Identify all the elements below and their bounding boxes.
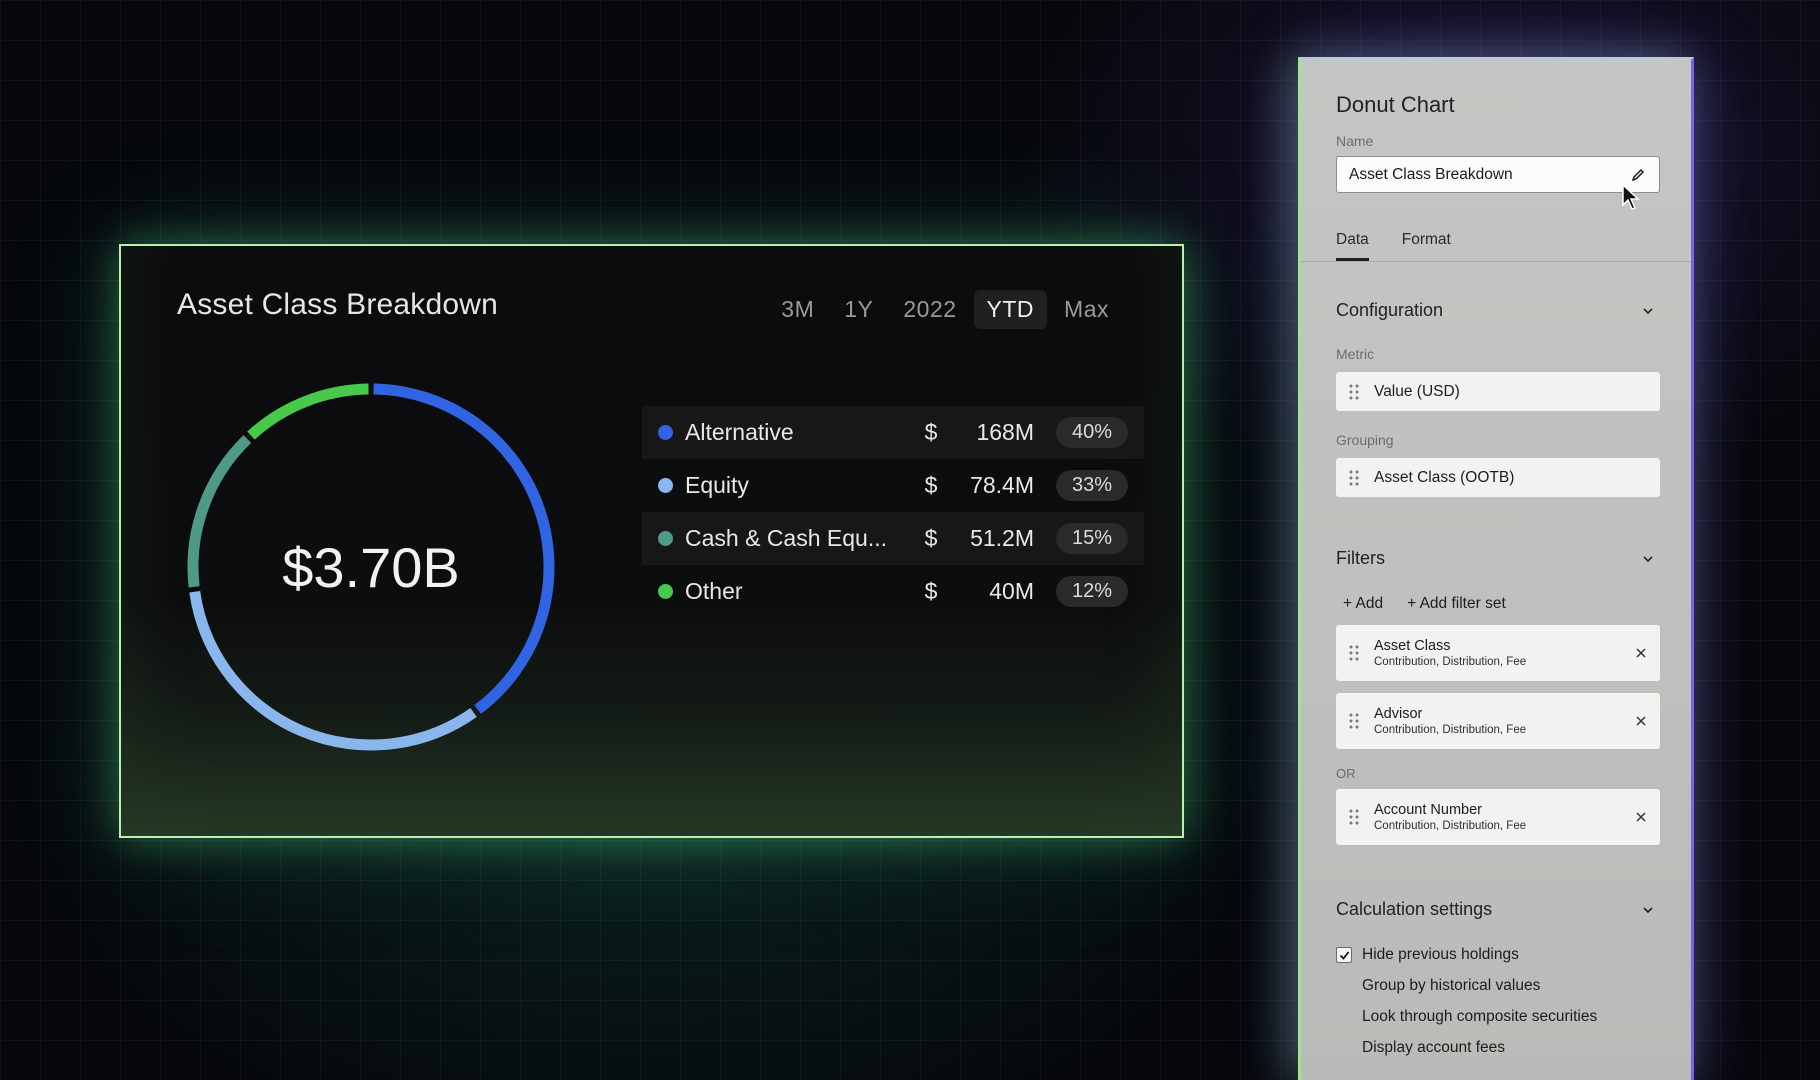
filter-actions: + Add + Add filter set [1343,595,1506,613]
legend-row[interactable]: Equity $ 78.4M 33% [642,459,1144,512]
legend-row[interactable]: Cash & Cash Equ... $ 51.2M 15% [642,512,1144,565]
legend-percent: 40% [1056,417,1128,448]
legend-name: Other [685,578,743,604]
panel-heading: Donut Chart [1336,92,1455,117]
chevron-down-icon[interactable] [1641,304,1655,318]
option-label: Look through composite securities [1362,1008,1598,1025]
filter-title: Advisor [1374,705,1423,722]
add-filter-set-button[interactable]: + Add filter set [1407,595,1506,613]
range-tab-2022[interactable]: 2022 [890,290,969,329]
legend-dot [658,584,673,599]
legend-dot [658,425,673,440]
legend-row[interactable]: Other $ 40M 12% [642,565,1144,618]
drag-handle-icon[interactable] [1348,383,1360,401]
add-filter-button[interactable]: + Add [1343,595,1383,613]
metric-value: Value (USD) [1374,382,1460,400]
metric-label: Metric [1336,346,1375,362]
tab-format[interactable]: Format [1402,231,1451,261]
range-tab-3m[interactable]: 3M [768,290,827,329]
checkbox-unchecked[interactable] [1336,1040,1352,1056]
chart-name-input[interactable]: Asset Class Breakdown [1336,156,1660,193]
legend-amount: 51.2M [970,525,1034,551]
time-range-tabs: 3M 1Y 2022 YTD Max [768,290,1122,329]
legend-currency: $ [924,525,938,551]
filter-title: Asset Class [1374,637,1451,654]
chevron-down-icon[interactable] [1641,552,1655,566]
drag-handle-icon[interactable] [1348,712,1360,730]
option-group-by-historical-values[interactable]: Group by historical values [1336,977,1540,995]
legend-currency: $ [924,472,938,498]
grouping-value: Asset Class (OOTB) [1374,468,1515,486]
chart-title: Asset Class Breakdown [177,288,499,321]
filter-text: Asset Class Contribution, Distribution, … [1374,637,1626,670]
option-label: Group by historical values [1362,977,1541,994]
chart-name-value: Asset Class Breakdown [1349,165,1513,183]
drag-handle-icon[interactable] [1348,808,1360,826]
chevron-down-icon[interactable] [1641,903,1655,917]
close-icon[interactable] [1626,706,1656,736]
filter-subtitle: Contribution, Distribution, Fee [1374,655,1527,668]
chart-legend: Alternative $ 168M 40% Equity $ 78.4M 33… [642,406,1144,618]
legend-name: Alternative [685,419,794,445]
filter-item[interactable]: Advisor Contribution, Distribution, Fee [1336,693,1660,749]
filter-text: Advisor Contribution, Distribution, Fee [1374,705,1626,738]
chart-settings-panel: Donut Chart Name Asset Class Breakdown D… [1298,57,1694,1080]
filter-text: Account Number Contribution, Distributio… [1374,801,1626,834]
close-icon[interactable] [1626,638,1656,668]
legend-row[interactable]: Alternative $ 168M 40% [642,406,1144,459]
legend-percent: 33% [1056,470,1128,501]
or-label: OR [1336,766,1356,781]
drag-handle-icon[interactable] [1348,469,1360,487]
legend-name: Cash & Cash Equ... [685,525,887,551]
filter-title: Account Number [1374,801,1482,818]
grouping-field[interactable]: Asset Class (OOTB) [1336,458,1660,497]
range-tab-ytd[interactable]: YTD [973,290,1048,329]
tabs-divider [1301,261,1691,262]
legend-amount: 78.4M [970,472,1034,498]
name-label: Name [1336,133,1374,149]
checkbox-checked-icon[interactable] [1336,947,1352,963]
filters-title: Filters [1336,548,1385,568]
filter-item[interactable]: Asset Class Contribution, Distribution, … [1336,625,1660,681]
filter-subtitle: Contribution, Distribution, Fee [1374,723,1527,736]
chart-card: Asset Class Breakdown 3M 1Y 2022 YTD Max… [119,244,1184,838]
range-tab-1y[interactable]: 1Y [831,290,886,329]
panel-tabs: Data Format [1336,231,1451,261]
checkbox-unchecked[interactable] [1336,978,1352,994]
option-hide-previous-holdings[interactable]: Hide previous holdings [1336,946,1519,964]
option-label: Display account fees [1362,1039,1506,1056]
option-look-through-composite-securities[interactable]: Look through composite securities [1336,1008,1597,1026]
checkbox-unchecked[interactable] [1336,1009,1352,1025]
option-label: Hide previous holdings [1362,946,1519,963]
grouping-label: Grouping [1336,432,1394,448]
configuration-title: Configuration [1336,300,1444,320]
pencil-icon[interactable] [1629,166,1647,184]
legend-currency: $ [924,419,938,445]
legend-dot [658,478,673,493]
legend-percent: 15% [1056,523,1128,554]
drag-handle-icon[interactable] [1348,644,1360,662]
close-icon[interactable] [1626,802,1656,832]
calculation-settings-title: Calculation settings [1336,899,1493,919]
option-display-account-fees[interactable]: Display account fees [1336,1039,1505,1057]
legend-dot [658,531,673,546]
legend-percent: 12% [1056,576,1128,607]
mouse-cursor-icon [1622,183,1640,210]
filter-subtitle: Contribution, Distribution, Fee [1374,819,1527,832]
legend-name: Equity [685,472,749,498]
legend-currency: $ [924,578,938,604]
filter-item[interactable]: Account Number Contribution, Distributio… [1336,789,1660,845]
range-tab-max[interactable]: Max [1051,290,1122,329]
donut-chart: $3.70B [185,381,557,753]
metric-field[interactable]: Value (USD) [1336,372,1660,411]
legend-amount: 40M [989,578,1034,604]
legend-amount: 168M [976,419,1034,445]
donut-total: $3.70B [282,535,460,599]
tab-data[interactable]: Data [1336,231,1369,261]
